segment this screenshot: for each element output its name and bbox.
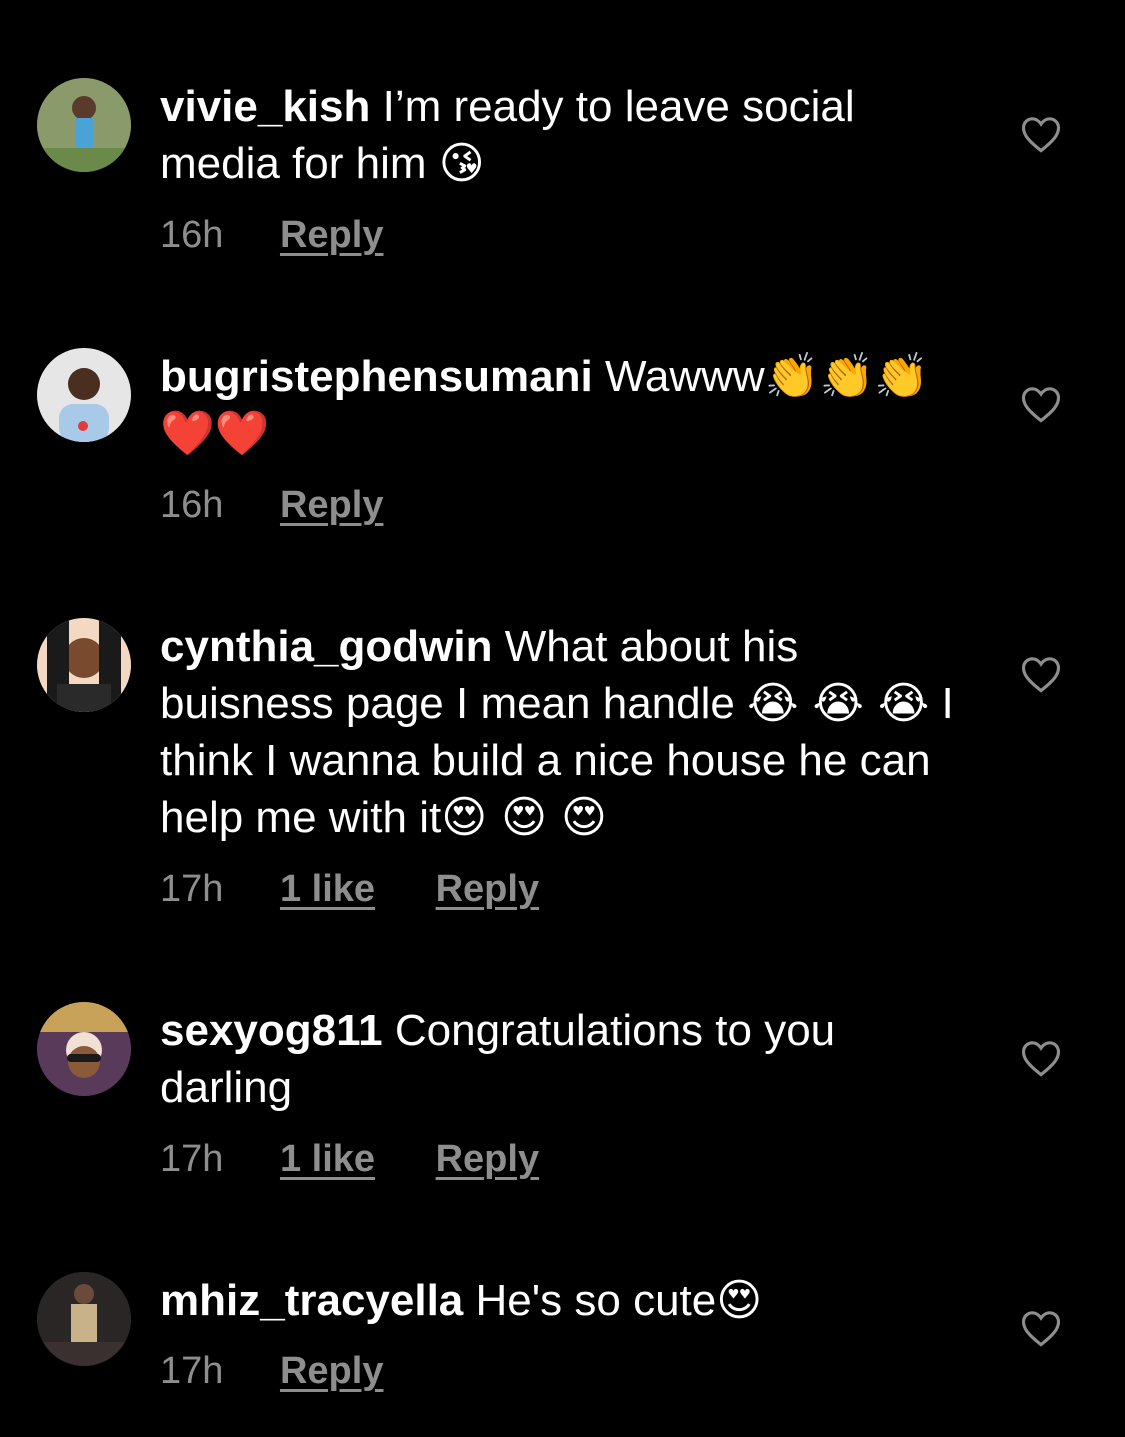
like-heart-icon[interactable] [1020,654,1062,694]
comment-meta: 17h Reply [160,1350,433,1393]
comment-time: 16h [160,214,224,256]
comment-meta: 16h Reply [160,484,433,527]
comment-username[interactable]: bugristephensumani [160,352,593,401]
comment-username[interactable]: sexyog811 [160,1006,383,1055]
comment-meta: 17h 1 like Reply [160,868,589,911]
comment-text: bugristephensumani Wawww👏👏👏❤️❤️ [160,348,960,462]
avatar[interactable] [37,1002,131,1096]
like-heart-icon[interactable] [1020,1308,1062,1348]
like-heart-icon[interactable] [1020,114,1062,154]
avatar[interactable] [37,78,131,172]
emoji: 😍 [716,1275,763,1326]
comment-meta: 16h Reply [160,214,433,257]
reply-button[interactable]: Reply [436,868,539,911]
comment-body: Wawww [604,352,765,401]
comment-time: 17h [160,1138,224,1180]
reply-button[interactable]: Reply [280,214,383,257]
comment-body: He's so cute [475,1276,717,1325]
reply-button[interactable]: Reply [280,1350,383,1393]
emoji: 😭 😭 😭 [747,678,930,729]
avatar[interactable] [37,618,131,712]
like-heart-icon[interactable] [1020,384,1062,424]
likes-count-link[interactable]: 1 like [280,868,375,911]
comment-meta: 17h 1 like Reply [160,1138,589,1181]
comment-username[interactable]: mhiz_tracyella [160,1276,463,1325]
comment-text: mhiz_tracyella He's so cute😍 [160,1272,960,1329]
comment-time: 16h [160,484,224,526]
comment-time: 17h [160,1350,224,1392]
reply-button[interactable]: Reply [280,484,383,527]
avatar[interactable] [37,1272,131,1366]
emoji: 😘 [438,138,485,189]
like-heart-icon[interactable] [1020,1038,1062,1078]
reply-button[interactable]: Reply [436,1138,539,1181]
comment-username[interactable]: cynthia_godwin [160,622,492,671]
avatar[interactable] [37,348,131,442]
comment-text: sexyog811 Congratulations to you darling [160,1002,960,1116]
comment-text: cynthia_godwin What about his buisness p… [160,618,960,846]
emoji: 😍 😍 😍 [441,792,607,843]
comment-username[interactable]: vivie_kish [160,82,370,131]
likes-count-link[interactable]: 1 like [280,1138,375,1181]
comment-time: 17h [160,868,224,910]
comment-text: vivie_kish I’m ready to leave social med… [160,78,960,192]
